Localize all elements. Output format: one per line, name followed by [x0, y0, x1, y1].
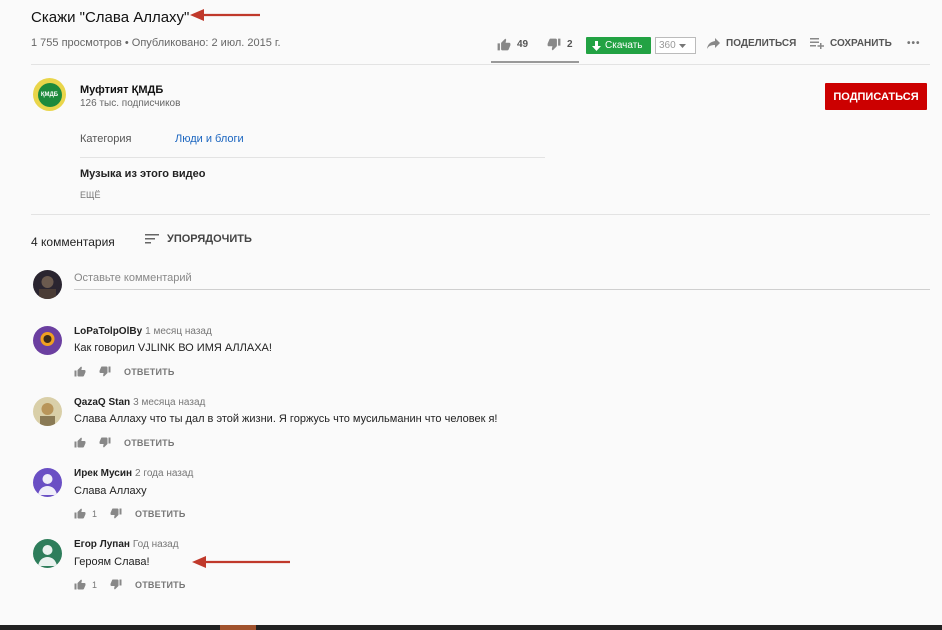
comments-count: 4 комментария — [31, 235, 115, 249]
subscriber-count: 126 тыс. подписчиков — [80, 98, 181, 109]
category-label: Категория — [80, 133, 132, 145]
comment-avatar[interactable] — [33, 326, 62, 355]
reply-button[interactable]: ОТВЕТИТЬ — [135, 580, 186, 590]
thumbs-down-icon[interactable] — [99, 366, 111, 377]
comment-avatar[interactable] — [33, 539, 62, 568]
divider — [31, 64, 930, 65]
video-meta: 1 755 просмотров • Опубликовано: 2 июл. … — [31, 37, 281, 49]
quality-select[interactable]: 360 — [655, 37, 696, 54]
comment-text: Слава Аллаху что ты дал в этой жизни. Я … — [74, 413, 498, 425]
divider — [31, 214, 930, 215]
video-title: Скажи "Слава Аллаху" — [31, 9, 190, 26]
like-button[interactable]: 49 — [497, 38, 528, 51]
thumbs-up-icon[interactable] — [74, 579, 86, 590]
thumbs-down-icon[interactable] — [110, 579, 122, 590]
comment-author[interactable]: Егор Лупан Год назад — [74, 539, 179, 550]
share-button[interactable]: ПОДЕЛИТЬСЯ — [707, 38, 796, 49]
thumbs-up-icon[interactable] — [74, 437, 86, 448]
music-section-title: Музыка из этого видео — [80, 168, 206, 180]
comment-text: Героям Слава! — [74, 556, 150, 568]
divider — [80, 157, 545, 158]
more-icon: ••• — [907, 38, 921, 49]
comment-time: 3 месяца назад — [133, 397, 206, 408]
annotation-arrow — [190, 9, 260, 21]
comment-like-count: 1 — [92, 579, 98, 590]
subscribe-button[interactable]: ПОДПИСАТЬСЯ — [825, 83, 927, 110]
annotation-arrow — [192, 556, 290, 568]
comment-text: Как говорил VJLINK ВО ИМЯ АЛЛАХА! — [74, 342, 272, 354]
comment-author[interactable]: LoPaTolpOlBy 1 месяц назад — [74, 326, 212, 337]
thumbs-up-icon[interactable] — [74, 366, 86, 377]
comment-author[interactable]: Ирек Мусин 2 года назад — [74, 468, 193, 479]
reply-button[interactable]: ОТВЕТИТЬ — [135, 509, 186, 519]
reply-button[interactable]: ОТВЕТИТЬ — [124, 438, 175, 448]
comment-avatar[interactable] — [33, 397, 62, 426]
comment-actions: ОТВЕТИТЬ — [74, 366, 175, 377]
comment-input-underline — [74, 289, 930, 290]
comment-actions: ОТВЕТИТЬ — [74, 437, 175, 448]
comment-time: Год назад — [132, 539, 179, 550]
taskbar-strip — [0, 625, 942, 630]
download-label: Скачать — [605, 40, 643, 51]
user-avatar — [33, 270, 62, 299]
comment-time: 1 месяц назад — [145, 326, 212, 337]
comment-like-count: 1 — [92, 508, 98, 519]
channel-avatar[interactable]: ҚМДБ — [33, 78, 66, 111]
thumbs-down-icon — [547, 38, 561, 51]
download-arrow-icon — [592, 40, 601, 51]
show-more-button[interactable]: ЕЩЁ — [80, 190, 100, 200]
save-button[interactable]: СОХРАНИТЬ — [810, 38, 892, 49]
like-ratio-bar — [491, 61, 579, 63]
chevron-down-icon — [678, 43, 686, 48]
share-icon — [707, 38, 720, 49]
comment-actions: 1 ОТВЕТИТЬ — [74, 508, 186, 519]
dislike-button[interactable]: 2 — [547, 38, 573, 51]
channel-logo-text: ҚМДБ — [37, 82, 62, 107]
share-label: ПОДЕЛИТЬСЯ — [726, 38, 797, 49]
quality-value: 360 — [659, 40, 676, 51]
sort-label: УПОРЯДОЧИТЬ — [167, 233, 252, 245]
like-count: 49 — [517, 39, 529, 50]
thumbs-down-icon[interactable] — [99, 437, 111, 448]
reply-button[interactable]: ОТВЕТИТЬ — [124, 367, 175, 377]
comment-text: Слава Аллаху — [74, 485, 147, 497]
thumbs-down-icon[interactable] — [110, 508, 122, 519]
sort-icon — [145, 234, 159, 244]
thumbs-up-icon[interactable] — [74, 508, 86, 519]
comment-input[interactable]: Оставьте комментарий — [74, 272, 192, 284]
save-label: СОХРАНИТЬ — [830, 38, 892, 49]
taskbar-item[interactable] — [220, 625, 256, 630]
comment-author[interactable]: QazaQ Stan 3 месяца назад — [74, 397, 205, 408]
channel-name[interactable]: Муфтият ҚМДБ — [80, 84, 163, 96]
dislike-count: 2 — [567, 39, 573, 50]
comment-avatar[interactable] — [33, 468, 62, 497]
playlist-add-icon — [810, 38, 824, 49]
comment-actions: 1 ОТВЕТИТЬ — [74, 579, 186, 590]
download-button[interactable]: Скачать — [586, 37, 651, 54]
sort-button[interactable]: УПОРЯДОЧИТЬ — [145, 233, 252, 245]
thumbs-up-icon — [497, 38, 511, 51]
comment-time: 2 года назад — [135, 468, 194, 479]
more-actions-button[interactable]: ••• — [907, 38, 921, 49]
category-link[interactable]: Люди и блоги — [175, 133, 244, 145]
